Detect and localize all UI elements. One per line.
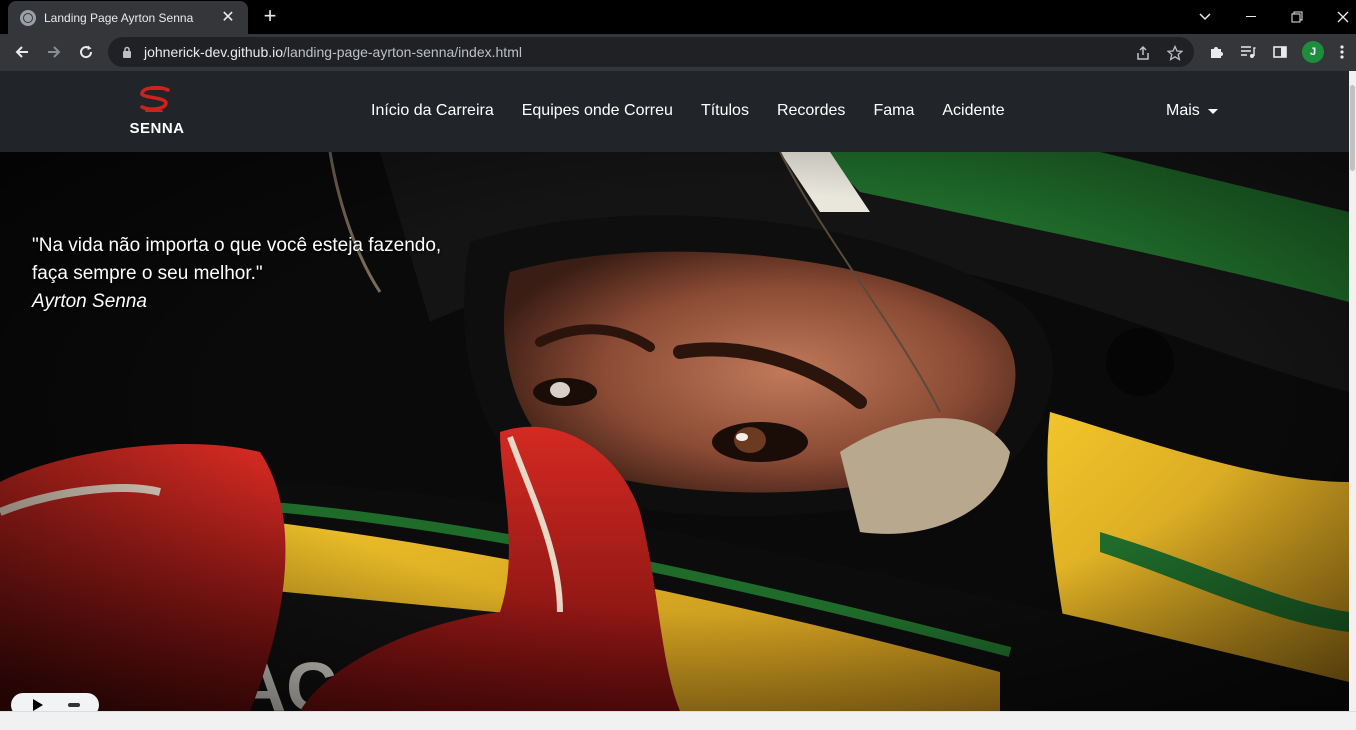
kebab-menu-icon[interactable] <box>1332 42 1352 62</box>
share-icon[interactable] <box>1134 44 1152 62</box>
senna-s-logo-icon <box>140 85 170 112</box>
extensions-puzzle-icon[interactable] <box>1206 42 1226 62</box>
nav-link-recordes[interactable]: Recordes <box>777 102 845 120</box>
vertical-scrollbar[interactable] <box>1349 71 1356 711</box>
nav-link-acidente[interactable]: Acidente <box>942 102 1004 120</box>
quote-author: Ayrton Senna <box>32 291 147 312</box>
hero-quote: "Na vida não importa o que você esteja f… <box>32 232 441 316</box>
restore-button[interactable] <box>1274 0 1320 34</box>
new-tab-button[interactable]: + <box>258 5 282 29</box>
nav-link-titulos[interactable]: Títulos <box>701 102 749 120</box>
site-navbar: SENNA Início da Carreira Equipes onde Co… <box>0 71 1349 152</box>
minimize-button[interactable] <box>1228 0 1274 34</box>
url-path: /landing-page-ayrton-senna/index.html <box>283 44 522 60</box>
nav-link-fama[interactable]: Fama <box>873 102 914 120</box>
logo-text: SENNA <box>129 120 185 137</box>
address-bar[interactable]: johnerick-dev.github.io/landing-page-ayr… <box>108 37 1194 67</box>
audio-player <box>11 693 99 711</box>
quote-line-1: "Na vida não importa o que você esteja f… <box>32 235 442 256</box>
volume-icon[interactable] <box>68 703 80 707</box>
reload-button[interactable] <box>72 38 100 66</box>
media-queue-icon[interactable] <box>1238 42 1258 62</box>
more-label: Mais <box>1166 102 1200 119</box>
tab-title: Landing Page Ayrton Senna <box>44 10 194 25</box>
caret-down-icon <box>1207 108 1218 114</box>
side-panel-icon[interactable] <box>1270 42 1290 62</box>
horizontal-scrollbar[interactable] <box>0 711 1356 730</box>
quote-line-2: faça sempre o seu melhor." <box>32 263 263 284</box>
browser-toolbar: johnerick-dev.github.io/landing-page-ayr… <box>0 34 1356 71</box>
url-text: johnerick-dev.github.io/landing-page-ayr… <box>144 44 522 60</box>
url-host: johnerick-dev.github.io <box>144 44 284 60</box>
profile-avatar[interactable]: J <box>1302 41 1324 63</box>
more-dropdown-toggle[interactable]: Mais <box>1166 102 1218 120</box>
close-window-button[interactable] <box>1320 0 1356 34</box>
page-viewport: SENNA Início da Carreira Equipes onde Co… <box>0 71 1349 711</box>
play-icon[interactable] <box>33 699 43 711</box>
globe-icon <box>20 9 36 26</box>
tab-search-icon[interactable] <box>1182 0 1228 34</box>
nav-link-inicio-da-carreira[interactable]: Início da Carreira <box>371 102 494 120</box>
scrollbar-thumb[interactable] <box>1350 85 1355 171</box>
main-nav: Início da Carreira Equipes onde Correu T… <box>371 102 1005 120</box>
lock-icon[interactable] <box>120 45 134 59</box>
browser-tab-bar: Landing Page Ayrton Senna ✕ + <box>0 0 1356 34</box>
forward-button[interactable] <box>40 38 68 66</box>
browser-tab[interactable]: Landing Page Ayrton Senna ✕ <box>8 1 248 34</box>
senna-logo[interactable]: SENNA <box>120 85 194 137</box>
nav-link-equipes-onde-correu[interactable]: Equipes onde Correu <box>522 102 673 120</box>
close-tab-icon[interactable]: ✕ <box>218 8 238 28</box>
bookmark-star-icon[interactable] <box>1166 44 1184 62</box>
hero-section: NAC "Na vida não importa o que você este… <box>0 152 1349 711</box>
back-button[interactable] <box>8 38 36 66</box>
